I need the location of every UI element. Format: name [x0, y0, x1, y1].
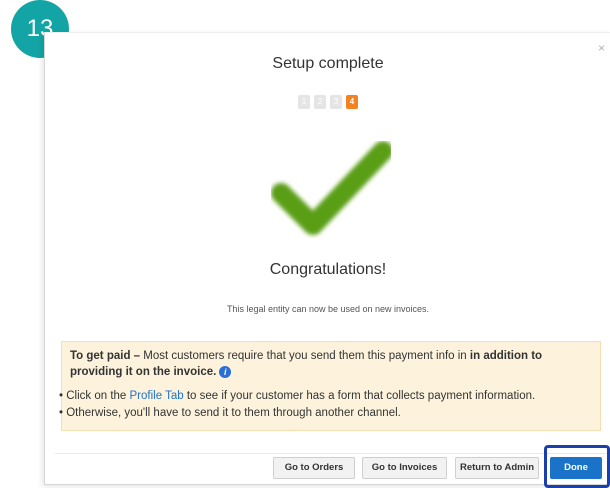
done-button[interactable]: Done	[550, 457, 602, 479]
step-indicator: 1 2 3 4	[45, 95, 610, 109]
step-3: 3	[330, 95, 342, 109]
bullet1-suffix: to see if your customer has a form that …	[183, 390, 536, 402]
notice-lead-bold: To get paid –	[70, 350, 141, 362]
bullet1-prefix: • Click on the	[59, 390, 130, 402]
congratulations-heading: Congratulations!	[269, 261, 387, 278]
profile-tab-link[interactable]: Profile Tab	[130, 390, 184, 402]
notice-line2-bold: providing it on the invoice.	[70, 366, 217, 379]
step-4-active: 4	[346, 95, 358, 109]
notice-line-1: To get paid – Most customers require tha…	[70, 350, 592, 362]
go-to-invoices-button[interactable]: Go to Invoices	[362, 457, 447, 479]
close-icon[interactable]: ×	[598, 41, 605, 55]
step-1: 1	[298, 95, 310, 109]
confirmation-message: This legal entity can now be used on new…	[226, 304, 430, 314]
setup-complete-dialog: × Setup complete 1 2 3 4 Congratulations…	[44, 32, 610, 485]
checkmark-icon	[271, 141, 391, 235]
return-to-admin-button[interactable]: Return to Admin	[455, 457, 539, 479]
go-to-orders-button[interactable]: Go to Orders	[273, 457, 355, 479]
notice-bullet-2: • Otherwise, you'll have to send it to t…	[59, 407, 401, 419]
step-2: 2	[314, 95, 326, 109]
payment-info-notice: To get paid – Most customers require tha…	[59, 341, 601, 431]
dialog-title: Setup complete	[272, 55, 384, 72]
notice-lead-text: Most customers require that you send the…	[140, 350, 470, 362]
notice-line-2: providing it on the invoice. i	[70, 366, 592, 378]
footer-divider	[55, 453, 610, 454]
notice-lead-bold-2: in addition to	[469, 350, 543, 362]
info-icon[interactable]: i	[219, 366, 232, 378]
notice-bullet-1: • Click on the Profile Tab to see if you…	[59, 390, 592, 402]
